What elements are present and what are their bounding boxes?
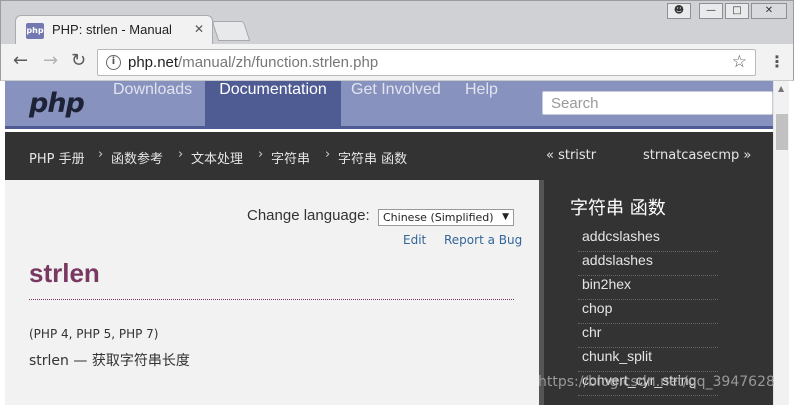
new-tab-button[interactable] [211,21,251,41]
version-info: (PHP 4, PHP 5, PHP 7) [29,327,159,341]
window-restore-icon[interactable]: □ [725,3,749,19]
nav-help[interactable]: Help [455,81,508,129]
sidebar-item-chr[interactable]: chr [578,324,718,348]
language-select-value: Chinese (Simplified) [383,211,494,224]
report-bug-link[interactable]: Report a Bug [444,233,522,247]
url-text[interactable]: php.net/manual/zh/function.strlen.php [128,54,378,71]
back-arrow-icon[interactable]: ← [13,52,28,70]
info-icon[interactable]: i [106,55,121,70]
sidebar-item-chunk-split[interactable]: chunk_split [578,348,718,372]
window-minimize-icon[interactable]: — [699,3,723,19]
sidebar: 字符串 函数 addcslashes addslashes bin2hex ch… [539,180,773,405]
sidebar-item-addcslashes[interactable]: addcslashes [578,228,718,252]
window-user-icon[interactable]: ☻ [667,3,691,19]
menu-icon[interactable]: ⋮ [769,52,785,71]
url-path: /manual/zh/function.strlen.php [178,54,379,71]
function-summary: strlen — 获取字符串长度 [29,353,190,369]
language-select[interactable]: Chinese (Simplified) ▼ [378,209,514,226]
browser-tabstrip: php PHP: strlen - Manual ✕ ☻ — □ ✕ [0,0,794,45]
page-title: strlen [29,258,100,288]
forward-arrow-icon[interactable]: → [43,52,58,70]
url-domain: php.net [128,54,179,71]
breadcrumb-separator: › [178,147,184,162]
breadcrumb-item-string-functions[interactable]: 字符串 函数 [338,148,407,167]
tab-close-icon[interactable]: ✕ [194,22,204,36]
window-close-icon[interactable]: ✕ [751,3,787,19]
nav-get-involved[interactable]: Get Involved [341,81,451,129]
edit-link[interactable]: Edit [403,233,426,247]
php-navbar: php Downloads Documentation Get Involved… [5,81,773,129]
nav-documentation[interactable]: Documentation [205,81,341,129]
next-page-link[interactable]: strnatcasecmp » [643,148,751,163]
breadcrumb: PHP 手册 › 函数参考 › 文本处理 › 字符串 › 字符串 函数 « st… [5,132,773,180]
breadcrumb-item-text-processing[interactable]: 文本处理 [191,148,243,167]
prev-page-link[interactable]: « stristr [546,148,596,163]
title-divider [29,299,514,300]
breadcrumb-item-function-ref[interactable]: 函数参考 [111,148,163,167]
breadcrumb-separator: › [325,147,331,162]
breadcrumb-separator: › [98,147,104,162]
page-scrollbar[interactable]: ▲ [773,81,789,405]
scrollbar-thumb[interactable] [776,114,788,150]
sidebar-function-list: addcslashes addslashes bin2hex chop chr … [578,228,718,396]
address-bar[interactable]: i php.net/manual/zh/function.strlen.php … [97,49,756,76]
watermark: https://blog.csdn.net/qq_3947628 [538,374,775,390]
web-page: php Downloads Documentation Get Involved… [5,81,773,405]
sidebar-heading[interactable]: 字符串 函数 [570,194,666,220]
browser-toolbar: ← → ↻ i php.net/manual/zh/function.strle… [0,44,794,81]
breadcrumb-item-strings[interactable]: 字符串 [271,148,310,167]
php-favicon-icon: php [26,23,44,39]
sidebar-item-addslashes[interactable]: addslashes [578,252,718,276]
search-input[interactable] [543,92,772,114]
php-logo[interactable]: php [29,88,85,119]
scroll-up-icon[interactable]: ▲ [778,84,784,93]
sidebar-item-bin2hex[interactable]: bin2hex [578,276,718,300]
star-icon[interactable]: ☆ [732,52,747,72]
chevron-down-icon: ▼ [502,212,509,222]
breadcrumb-item-php-manual[interactable]: PHP 手册 [29,148,85,167]
browser-tab[interactable]: php PHP: strlen - Manual ✕ [15,15,213,45]
reload-icon[interactable]: ↻ [71,52,86,70]
breadcrumb-separator: › [258,147,264,162]
sidebar-item-chop[interactable]: chop [578,300,718,324]
search-box [542,91,773,115]
tab-title: PHP: strlen - Manual [52,22,172,37]
main-content: Change language: Chinese (Simplified) ▼ … [5,180,539,405]
change-language-label: Change language: [247,207,370,224]
nav-downloads[interactable]: Downloads [103,81,202,129]
